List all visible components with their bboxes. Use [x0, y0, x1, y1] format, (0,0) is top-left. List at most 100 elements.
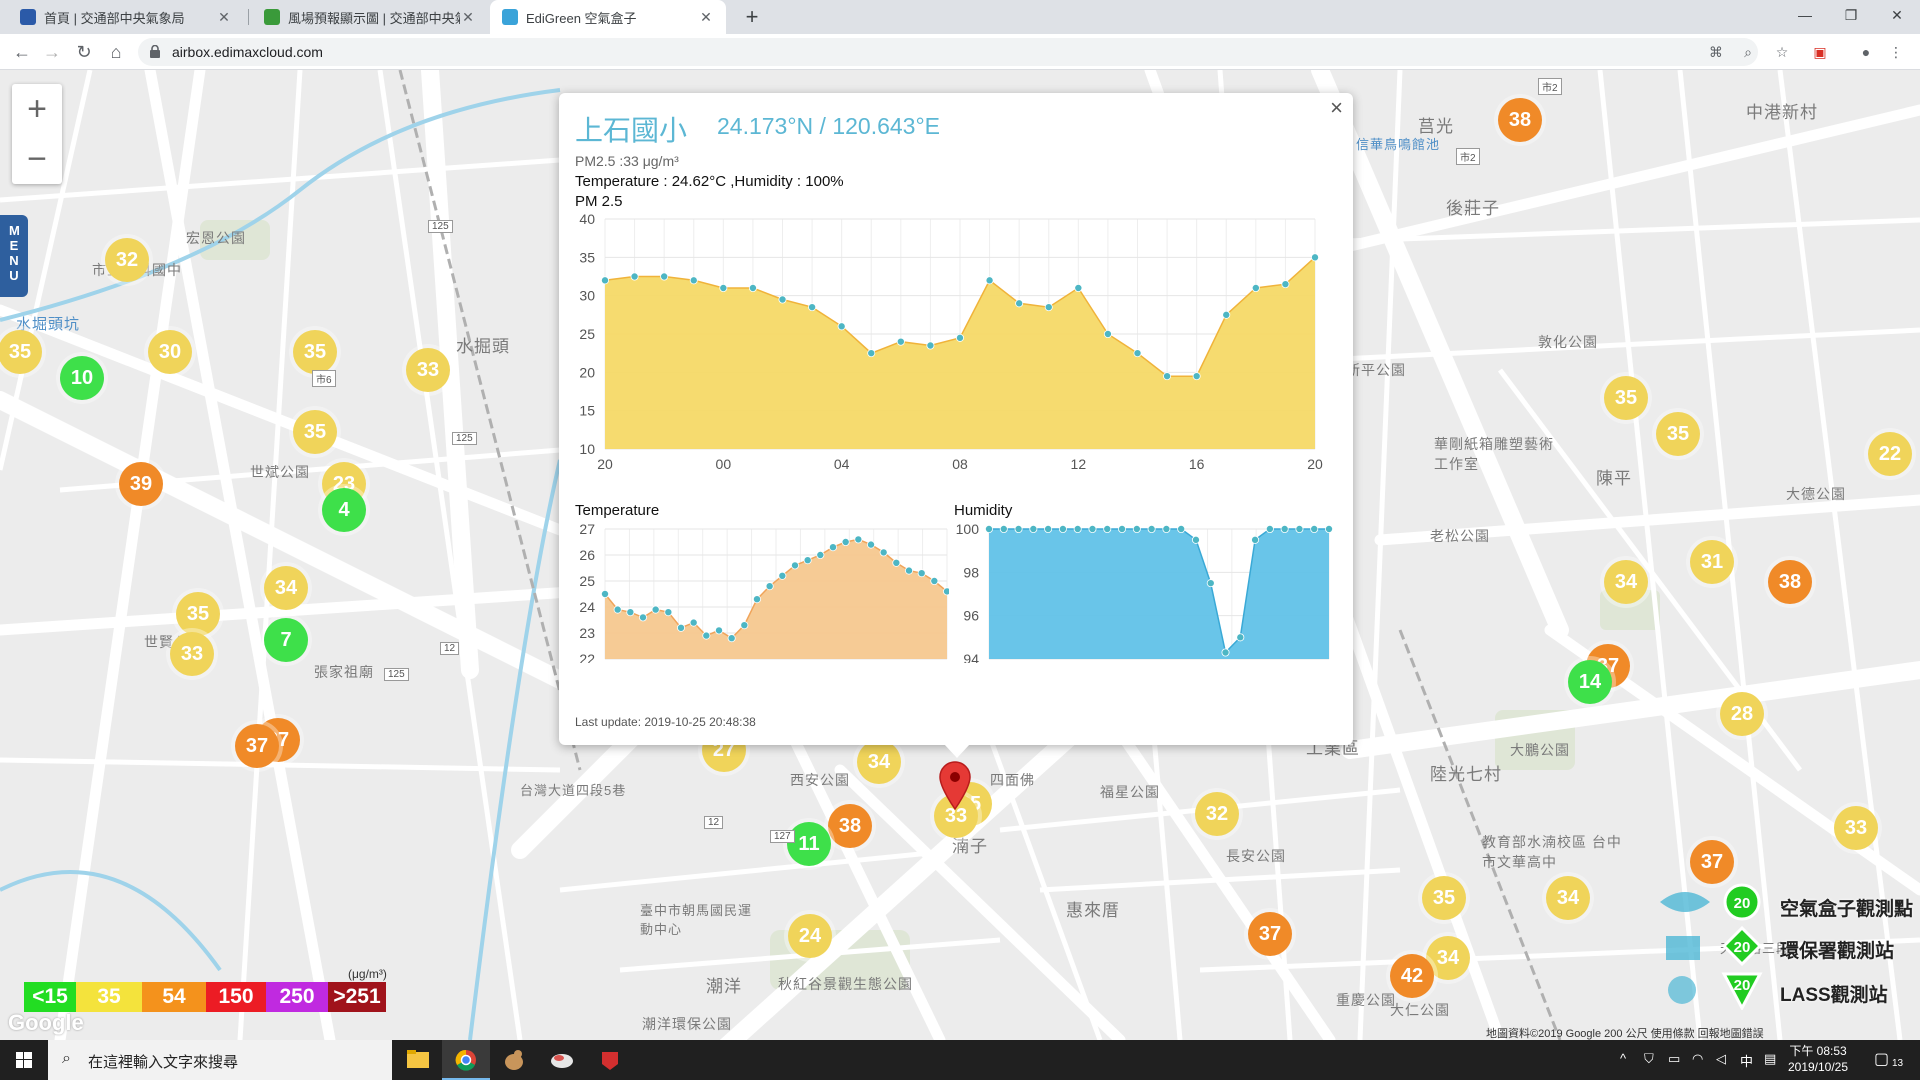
- airbox-marker[interactable]: 35: [176, 592, 220, 636]
- pm25-color-scale: <15 35 54 150 250 >251: [24, 982, 386, 1012]
- data-point: [778, 571, 787, 580]
- airbox-marker[interactable]: 35: [293, 410, 337, 454]
- place-label: 新平公園: [1346, 362, 1406, 378]
- airbox-marker[interactable]: 32: [1195, 792, 1239, 836]
- airbox-marker[interactable]: 14: [1568, 660, 1612, 704]
- airbox-marker[interactable]: 38: [1768, 560, 1812, 604]
- tab-close-icon[interactable]: ✕: [698, 9, 714, 26]
- file-explorer-icon[interactable]: [394, 1040, 442, 1080]
- profile-icon[interactable]: ●: [1856, 42, 1876, 62]
- airbox-marker[interactable]: 35: [1422, 876, 1466, 920]
- minimize-button[interactable]: —: [1782, 0, 1828, 30]
- pm25-chart: 10 15 20 25 30 35 40 20 00 04 08 12 16 20: [579, 211, 1323, 472]
- map-attribution[interactable]: 地圖資料©2019 Google 200 公尺 使用條款 回報地圖錯誤: [1486, 1025, 1764, 1040]
- data-point: [630, 272, 639, 281]
- taskbar-clock[interactable]: 下午 08:53 2019/10/25: [1778, 1043, 1858, 1075]
- extension-icon[interactable]: ▣: [1810, 42, 1830, 62]
- zoom-in-button[interactable]: +: [12, 84, 62, 134]
- airbox-marker[interactable]: 35: [0, 330, 42, 374]
- data-point: [926, 341, 935, 350]
- data-point: [1265, 525, 1274, 533]
- home-icon[interactable]: ⌂: [102, 38, 130, 66]
- new-tab-button[interactable]: +: [738, 3, 766, 31]
- airbox-marker[interactable]: 34: [857, 740, 901, 784]
- data-point: [896, 337, 905, 346]
- airbox-marker[interactable]: 33: [170, 632, 214, 676]
- zoom-out-button[interactable]: −: [12, 134, 62, 184]
- airbox-marker[interactable]: 30: [148, 330, 192, 374]
- airbox-marker[interactable]: 34: [1546, 876, 1590, 920]
- tray-security-icon[interactable]: ⛉: [1644, 1051, 1654, 1067]
- airbox-marker[interactable]: 7: [264, 618, 308, 662]
- zoom-icon[interactable]: ⌕: [1738, 42, 1758, 62]
- back-arrow-icon[interactable]: ←: [8, 38, 36, 66]
- airbox-marker[interactable]: 37: [235, 724, 279, 768]
- airbox-marker[interactable]: 39: [119, 462, 163, 506]
- address-bar[interactable]: airbox.edimaxcloud.com: [138, 38, 1758, 66]
- tab-edigreen[interactable]: EdiGreen 空氣盒子 ✕: [490, 0, 726, 34]
- app-cloud-icon[interactable]: [538, 1040, 586, 1080]
- airbox-marker[interactable]: 38: [828, 804, 872, 848]
- airbox-marker[interactable]: 34: [1604, 560, 1648, 604]
- popup-close-button[interactable]: ×: [1330, 95, 1343, 121]
- clock-date: 2019/10/25: [1787, 1060, 1849, 1074]
- tray-chevron-icon[interactable]: ^: [1620, 1051, 1626, 1066]
- data-point: [1251, 284, 1260, 293]
- airbox-marker[interactable]: 11: [787, 822, 831, 866]
- taskbar-search-box[interactable]: ⌕ 在這裡輸入文字來搜尋: [48, 1040, 392, 1080]
- forward-arrow-icon[interactable]: →: [38, 38, 66, 66]
- menu-button[interactable]: MENU: [0, 215, 28, 297]
- app-squirrel-icon[interactable]: [490, 1040, 538, 1080]
- bookmark-star-icon[interactable]: ☆: [1772, 42, 1792, 62]
- window-close-button[interactable]: ✕: [1874, 0, 1920, 30]
- chrome-menu-icon[interactable]: ⋮: [1886, 42, 1906, 62]
- airbox-marker[interactable]: 24: [788, 914, 832, 958]
- tab-wind-forecast[interactable]: 風場預報顯示圖 | 交通部中央氣象局 ✕: [252, 0, 488, 34]
- ime-indicator[interactable]: 中: [1740, 1051, 1753, 1070]
- data-point: [1074, 284, 1083, 293]
- tray-battery-icon[interactable]: ▭: [1668, 1051, 1680, 1067]
- y-tick-label: 100: [956, 523, 980, 537]
- tab-close-icon[interactable]: ✕: [460, 9, 476, 26]
- airbox-marker[interactable]: 32: [105, 238, 149, 282]
- y-tick-label: 27: [579, 523, 595, 537]
- notification-center-icon[interactable]: ▢: [1874, 1049, 1889, 1069]
- menu-label: MENU: [9, 223, 20, 283]
- chrome-taskbar-icon[interactable]: [442, 1040, 490, 1080]
- tab-close-icon[interactable]: ✕: [216, 9, 232, 26]
- airbox-marker[interactable]: 35: [1656, 412, 1700, 456]
- app-red-shield-icon[interactable]: [586, 1040, 634, 1080]
- airbox-marker[interactable]: 38: [1498, 98, 1542, 142]
- airbox-marker[interactable]: 4: [322, 488, 366, 532]
- data-point: [1058, 525, 1067, 533]
- place-label: 台灣大道四段5巷: [520, 783, 627, 798]
- tab-cwb-home[interactable]: 首頁 | 交通部中央氣象局 ✕: [8, 0, 244, 34]
- place-label: 教育部水湳校區 台中市文華高中: [1482, 834, 1622, 870]
- translate-icon[interactable]: ⌘: [1706, 42, 1726, 62]
- tray-keyboard-icon[interactable]: ▤: [1764, 1051, 1776, 1067]
- tray-volume-icon[interactable]: ◁: [1716, 1051, 1726, 1067]
- reload-icon[interactable]: ↻: [70, 38, 98, 66]
- airbox-marker[interactable]: 31: [1690, 540, 1734, 584]
- airbox-marker[interactable]: 42: [1390, 954, 1434, 998]
- series-area: [989, 529, 1329, 659]
- airbox-marker[interactable]: 28: [1720, 692, 1764, 736]
- airbox-marker[interactable]: 33: [406, 348, 450, 392]
- data-point: [626, 608, 635, 617]
- windows-start-icon[interactable]: [0, 1040, 48, 1080]
- windows-taskbar: ⌕ 在這裡輸入文字來搜尋 ^ ⛉ ▭ ◠ ◁ 中 ▤ 下午 08:53 2019…: [0, 1040, 1920, 1080]
- airbox-marker[interactable]: 37: [1690, 840, 1734, 884]
- data-point: [879, 548, 888, 557]
- restore-button[interactable]: ❐: [1828, 0, 1874, 30]
- tray-wifi-icon[interactable]: ◠: [1692, 1051, 1703, 1067]
- map-pin-icon[interactable]: [938, 760, 972, 810]
- airbox-marker[interactable]: 35: [293, 330, 337, 374]
- place-label: 老松公園: [1430, 528, 1490, 544]
- data-point: [1044, 525, 1053, 533]
- airbox-marker[interactable]: 22: [1868, 432, 1912, 476]
- airbox-marker[interactable]: 33: [1834, 806, 1878, 850]
- airbox-marker[interactable]: 37: [1248, 912, 1292, 956]
- airbox-marker[interactable]: 35: [1604, 376, 1648, 420]
- airbox-marker[interactable]: 10: [60, 356, 104, 400]
- airbox-marker[interactable]: 34: [264, 566, 308, 610]
